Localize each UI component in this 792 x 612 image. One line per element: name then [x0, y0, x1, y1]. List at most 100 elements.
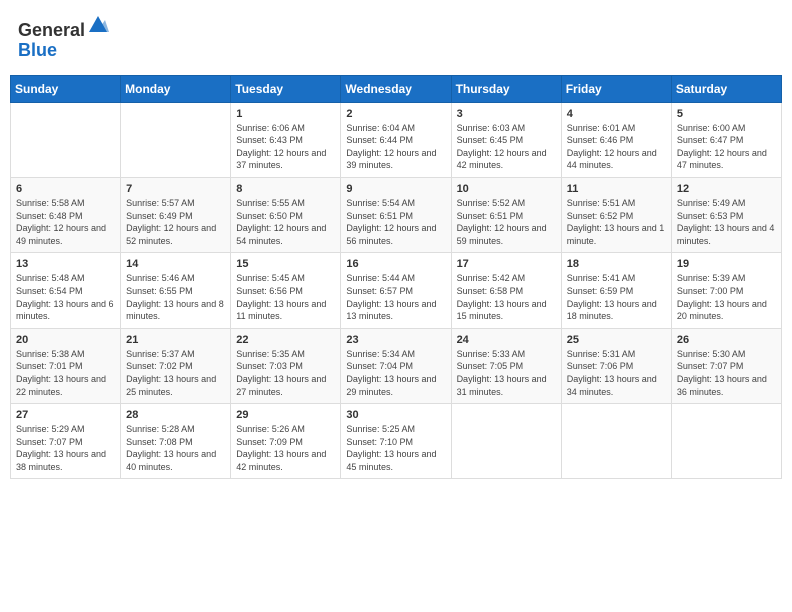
- day-number: 30: [346, 409, 445, 421]
- calendar-cell: 26 Sunrise: 5:30 AM Sunset: 7:07 PM Dayli…: [671, 328, 781, 403]
- day-number: 2: [346, 108, 445, 120]
- calendar-cell: 2 Sunrise: 6:04 AM Sunset: 6:44 PM Daylig…: [341, 102, 451, 177]
- day-info: Sunrise: 5:46 AM Sunset: 6:55 PM Dayligh…: [126, 272, 225, 322]
- day-number: 17: [457, 258, 556, 270]
- calendar-week-row: 20 Sunrise: 5:38 AM Sunset: 7:01 PM Dayli…: [11, 328, 782, 403]
- day-info: Sunrise: 5:51 AM Sunset: 6:52 PM Dayligh…: [567, 197, 666, 247]
- calendar-cell: 12 Sunrise: 5:49 AM Sunset: 6:53 PM Dayli…: [671, 177, 781, 252]
- day-info: Sunrise: 5:57 AM Sunset: 6:49 PM Dayligh…: [126, 197, 225, 247]
- weekday-header-saturday: Saturday: [671, 75, 781, 102]
- day-number: 27: [16, 409, 115, 421]
- day-number: 19: [677, 258, 776, 270]
- day-info: Sunrise: 6:03 AM Sunset: 6:45 PM Dayligh…: [457, 122, 556, 172]
- calendar-cell: [451, 404, 561, 479]
- calendar-cell: 11 Sunrise: 5:51 AM Sunset: 6:52 PM Dayli…: [561, 177, 671, 252]
- day-number: 24: [457, 334, 556, 346]
- day-info: Sunrise: 5:54 AM Sunset: 6:51 PM Dayligh…: [346, 197, 445, 247]
- day-info: Sunrise: 5:41 AM Sunset: 6:59 PM Dayligh…: [567, 272, 666, 322]
- weekday-header-thursday: Thursday: [451, 75, 561, 102]
- calendar-cell: 3Sunrise: 6:03 AM Sunset: 6:45 PM Daylig…: [451, 102, 561, 177]
- day-number: 10: [457, 183, 556, 195]
- day-number: 15: [236, 258, 335, 270]
- day-number: 21: [126, 334, 225, 346]
- calendar-cell: 22Sunrise: 5:35 AM Sunset: 7:03 PM Dayli…: [231, 328, 341, 403]
- day-info: Sunrise: 5:48 AM Sunset: 6:54 PM Dayligh…: [16, 272, 115, 322]
- day-number: 11: [567, 183, 666, 195]
- day-info: Sunrise: 6:06 AM Sunset: 6:43 PM Dayligh…: [236, 122, 335, 172]
- day-info: Sunrise: 6:00 AM Sunset: 6:47 PM Dayligh…: [677, 122, 776, 172]
- day-info: Sunrise: 5:58 AM Sunset: 6:48 PM Dayligh…: [16, 197, 115, 247]
- day-number: 14: [126, 258, 225, 270]
- calendar-cell: 14 Sunrise: 5:46 AM Sunset: 6:55 PM Dayli…: [121, 253, 231, 328]
- day-info: Sunrise: 5:26 AM Sunset: 7:09 PM Dayligh…: [236, 423, 335, 473]
- day-info: Sunrise: 5:30 AM Sunset: 7:07 PM Dayligh…: [677, 348, 776, 398]
- day-number: 4: [567, 108, 666, 120]
- calendar-cell: 21Sunrise: 5:37 AM Sunset: 7:02 PM Dayli…: [121, 328, 231, 403]
- calendar-cell: 13 Sunrise: 5:48 AM Sunset: 6:54 PM Dayli…: [11, 253, 121, 328]
- logo-general: General: [18, 20, 85, 40]
- weekday-header-friday: Friday: [561, 75, 671, 102]
- logo-icon: [87, 14, 109, 36]
- calendar-cell: 5 Sunrise: 6:00 AM Sunset: 6:47 PM Daylig…: [671, 102, 781, 177]
- day-info: Sunrise: 5:52 AM Sunset: 6:51 PM Dayligh…: [457, 197, 556, 247]
- calendar-cell: 28Sunrise: 5:28 AM Sunset: 7:08 PM Dayli…: [121, 404, 231, 479]
- calendar-cell: 23Sunrise: 5:34 AM Sunset: 7:04 PM Dayli…: [341, 328, 451, 403]
- weekday-header-sunday: Sunday: [11, 75, 121, 102]
- day-number: 13: [16, 258, 115, 270]
- day-number: 26: [677, 334, 776, 346]
- day-number: 22: [236, 334, 335, 346]
- calendar-cell: 7 Sunrise: 5:57 AM Sunset: 6:49 PM Daylig…: [121, 177, 231, 252]
- calendar-cell: [11, 102, 121, 177]
- calendar-cell: 27 Sunrise: 5:29 AM Sunset: 7:07 PM Dayli…: [11, 404, 121, 479]
- calendar-body: 1 Sunrise: 6:06 AM Sunset: 6:43 PM Daylig…: [11, 102, 782, 479]
- calendar-cell: 4Sunrise: 6:01 AM Sunset: 6:46 PM Daylig…: [561, 102, 671, 177]
- calendar-week-row: 27 Sunrise: 5:29 AM Sunset: 7:07 PM Dayli…: [11, 404, 782, 479]
- day-info: Sunrise: 5:49 AM Sunset: 6:53 PM Dayligh…: [677, 197, 776, 247]
- calendar-cell: 9Sunrise: 5:54 AM Sunset: 6:51 PM Daylig…: [341, 177, 451, 252]
- logo-blue: Blue: [18, 40, 57, 60]
- day-info: Sunrise: 5:28 AM Sunset: 7:08 PM Dayligh…: [126, 423, 225, 473]
- weekday-header-wednesday: Wednesday: [341, 75, 451, 102]
- day-info: Sunrise: 5:29 AM Sunset: 7:07 PM Dayligh…: [16, 423, 115, 473]
- day-number: 18: [567, 258, 666, 270]
- day-info: Sunrise: 5:33 AM Sunset: 7:05 PM Dayligh…: [457, 348, 556, 398]
- day-number: 16: [346, 258, 445, 270]
- calendar-cell: 25Sunrise: 5:31 AM Sunset: 7:06 PM Dayli…: [561, 328, 671, 403]
- day-info: Sunrise: 5:42 AM Sunset: 6:58 PM Dayligh…: [457, 272, 556, 322]
- day-number: 20: [16, 334, 115, 346]
- day-number: 1: [236, 108, 335, 120]
- calendar-cell: 6Sunrise: 5:58 AM Sunset: 6:48 PM Daylig…: [11, 177, 121, 252]
- calendar-cell: 18 Sunrise: 5:41 AM Sunset: 6:59 PM Dayli…: [561, 253, 671, 328]
- logo-text: General Blue: [18, 16, 109, 61]
- day-number: 8: [236, 183, 335, 195]
- day-number: 5: [677, 108, 776, 120]
- weekday-header-monday: Monday: [121, 75, 231, 102]
- calendar-cell: 19 Sunrise: 5:39 AM Sunset: 7:00 PM Dayli…: [671, 253, 781, 328]
- day-number: 12: [677, 183, 776, 195]
- day-info: Sunrise: 5:44 AM Sunset: 6:57 PM Dayligh…: [346, 272, 445, 322]
- day-info: Sunrise: 5:55 AM Sunset: 6:50 PM Dayligh…: [236, 197, 335, 247]
- calendar-week-row: 13 Sunrise: 5:48 AM Sunset: 6:54 PM Dayli…: [11, 253, 782, 328]
- calendar-cell: 16 Sunrise: 5:44 AM Sunset: 6:57 PM Dayli…: [341, 253, 451, 328]
- logo: General Blue: [18, 16, 109, 61]
- calendar-cell: 29 Sunrise: 5:26 AM Sunset: 7:09 PM Dayli…: [231, 404, 341, 479]
- day-info: Sunrise: 5:39 AM Sunset: 7:00 PM Dayligh…: [677, 272, 776, 322]
- weekday-header-tuesday: Tuesday: [231, 75, 341, 102]
- day-number: 29: [236, 409, 335, 421]
- calendar-cell: 1 Sunrise: 6:06 AM Sunset: 6:43 PM Daylig…: [231, 102, 341, 177]
- day-number: 7: [126, 183, 225, 195]
- calendar-week-row: 1 Sunrise: 6:06 AM Sunset: 6:43 PM Daylig…: [11, 102, 782, 177]
- day-info: Sunrise: 5:38 AM Sunset: 7:01 PM Dayligh…: [16, 348, 115, 398]
- calendar-cell: 8 Sunrise: 5:55 AM Sunset: 6:50 PM Daylig…: [231, 177, 341, 252]
- calendar-cell: [121, 102, 231, 177]
- day-info: Sunrise: 5:45 AM Sunset: 6:56 PM Dayligh…: [236, 272, 335, 322]
- day-info: Sunrise: 6:04 AM Sunset: 6:44 PM Dayligh…: [346, 122, 445, 172]
- calendar-cell: [671, 404, 781, 479]
- day-number: 25: [567, 334, 666, 346]
- calendar-table: SundayMondayTuesdayWednesdayThursdayFrid…: [10, 75, 782, 480]
- day-number: 23: [346, 334, 445, 346]
- calendar-cell: 24 Sunrise: 5:33 AM Sunset: 7:05 PM Dayli…: [451, 328, 561, 403]
- calendar-cell: 15 Sunrise: 5:45 AM Sunset: 6:56 PM Dayli…: [231, 253, 341, 328]
- calendar-cell: 20 Sunrise: 5:38 AM Sunset: 7:01 PM Dayli…: [11, 328, 121, 403]
- calendar-week-row: 6Sunrise: 5:58 AM Sunset: 6:48 PM Daylig…: [11, 177, 782, 252]
